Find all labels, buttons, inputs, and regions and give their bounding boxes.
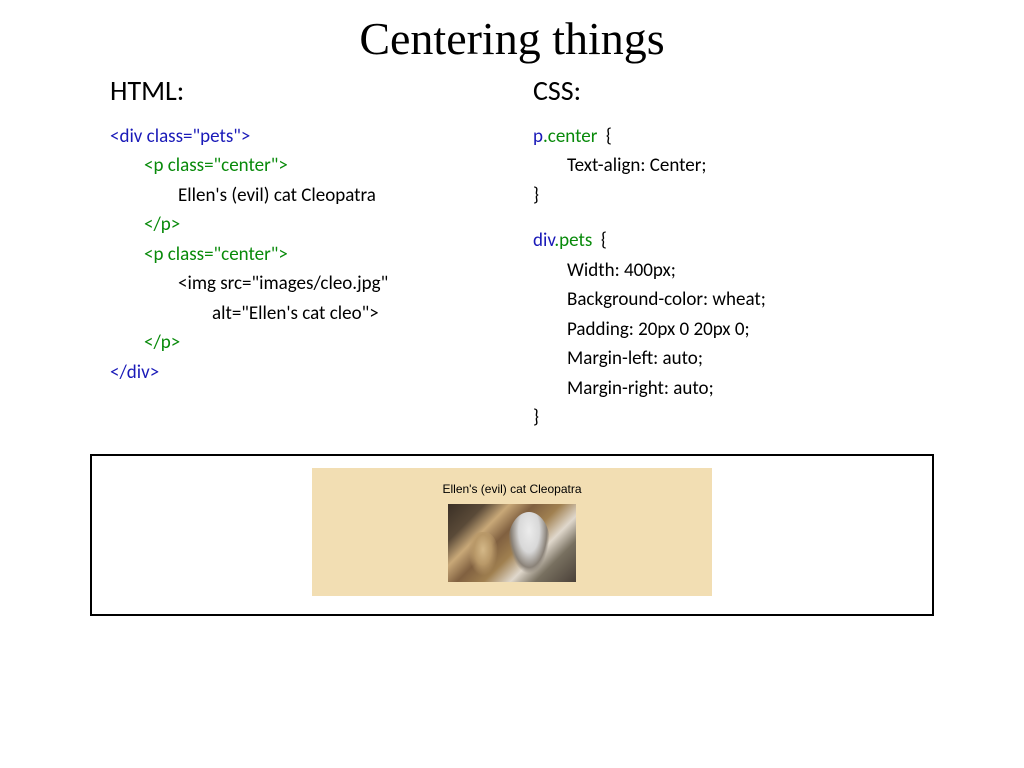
columns: HTML: <div class="pets"><p class="center… xyxy=(0,73,1024,432)
example-wheat-box: Ellen's (evil) cat Cleopatra xyxy=(312,468,712,596)
css-rule-line: Background-color: wheat; xyxy=(533,285,924,314)
css-selector-line: div.pets { xyxy=(533,226,924,255)
css-selector-line: p.center { xyxy=(533,122,924,151)
example-frame: Ellen's (evil) cat Cleopatra xyxy=(90,454,934,616)
css-rule-line: Text-align: Center; xyxy=(533,151,924,180)
code-line: <div class="pets"> xyxy=(110,122,501,151)
code-line: alt="Ellen's cat cleo"> xyxy=(110,299,501,328)
css-rule-line: Margin-right: auto; xyxy=(533,374,924,403)
html-column: HTML: <div class="pets"><p class="center… xyxy=(110,73,525,432)
css-heading: CSS: xyxy=(533,73,924,108)
css-code-block: p.center {Text-align: Center;} div.pets {… xyxy=(533,122,924,432)
css-rule-line: Width: 400px; xyxy=(533,256,924,285)
code-line: Ellen's (evil) cat Cleopatra xyxy=(110,181,501,210)
code-line: <p class="center"> xyxy=(110,151,501,180)
code-line: <img src="images/cleo.jpg" xyxy=(110,269,501,298)
html-heading: HTML: xyxy=(110,73,501,108)
code-line: </p> xyxy=(110,210,501,239)
slide-title: Centering things xyxy=(0,0,1024,73)
example-cat-image xyxy=(448,504,576,582)
css-close-brace: } xyxy=(533,403,924,432)
code-line: </div> xyxy=(110,358,501,387)
css-rule-line: Margin-left: auto; xyxy=(533,344,924,373)
code-line: <p class="center"> xyxy=(110,240,501,269)
css-close-brace: } xyxy=(533,181,924,210)
code-line: </p> xyxy=(110,328,501,357)
css-column: CSS: p.center {Text-align: Center;} div.p… xyxy=(525,73,924,432)
example-caption: Ellen's (evil) cat Cleopatra xyxy=(312,482,712,496)
css-rule-line: Padding: 20px 0 20px 0; xyxy=(533,315,924,344)
html-code-block: <div class="pets"><p class="center">Elle… xyxy=(110,122,501,387)
